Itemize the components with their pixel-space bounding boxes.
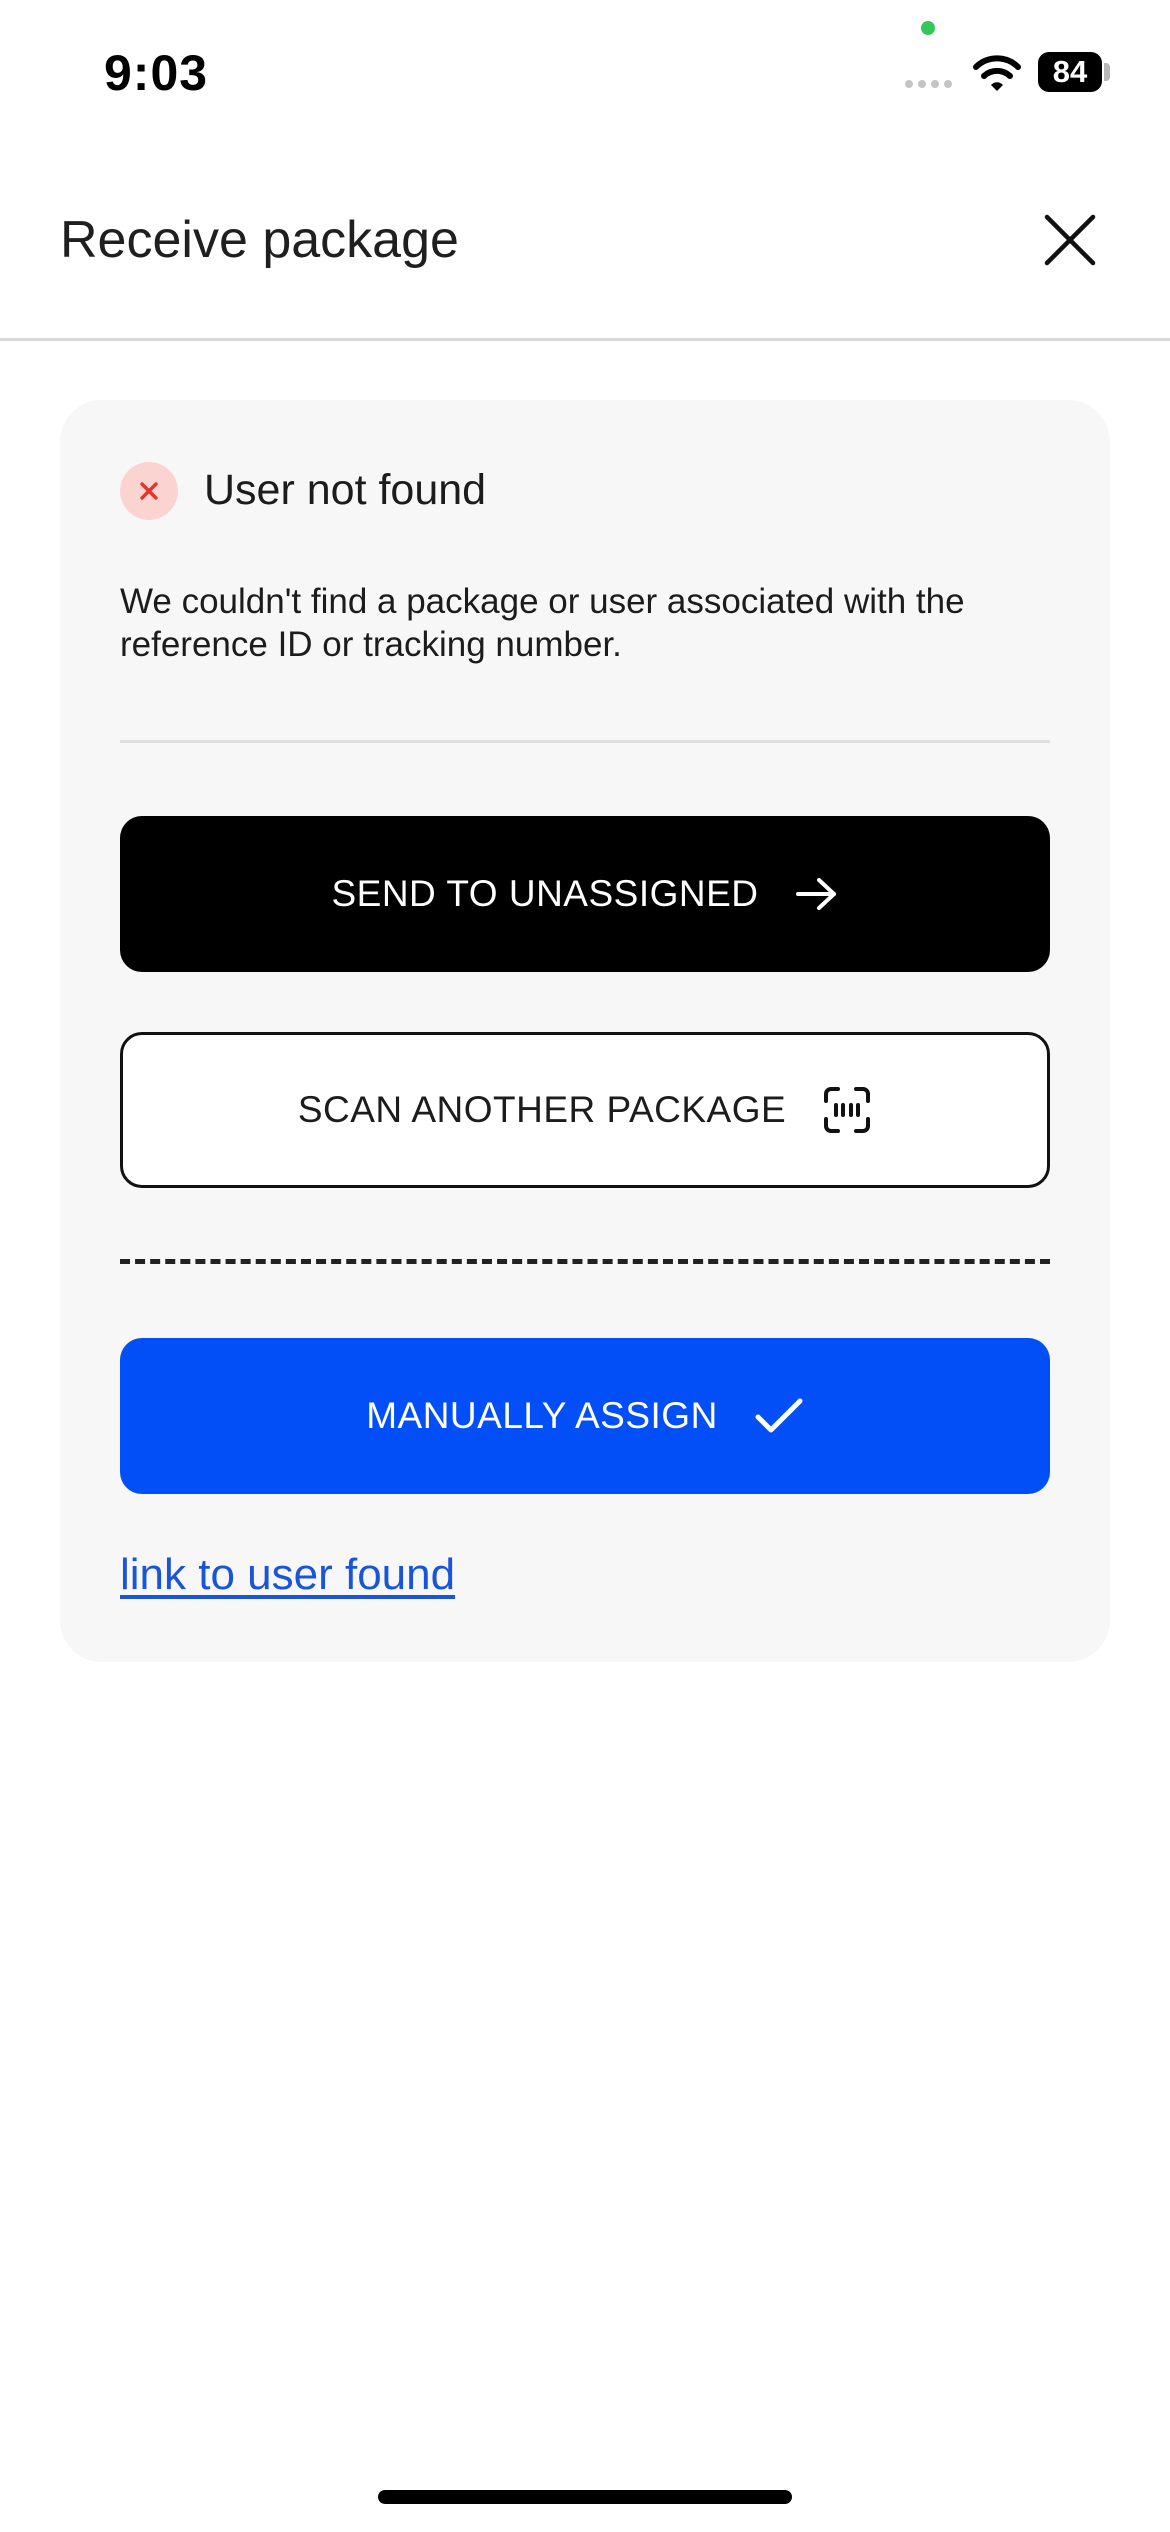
manually-assign-button[interactable]: MANUALLY ASSIGN [120, 1338, 1050, 1494]
error-badge [120, 462, 178, 520]
status-bar: 9:03 84 [0, 0, 1170, 150]
manually-assign-label: MANUALLY ASSIGN [366, 1395, 718, 1436]
microphone-indicator-dot [921, 21, 935, 35]
close-button[interactable] [1040, 210, 1100, 270]
barcode-scan-icon [822, 1085, 872, 1135]
cellular-signal-icon [905, 80, 952, 88]
card-message: We couldn't find a package or user assoc… [120, 582, 965, 664]
result-card: User not found We couldn't find a packag… [60, 400, 1110, 1662]
close-icon [1044, 214, 1096, 266]
checkmark-icon [754, 1396, 804, 1436]
status-time: 9:03 [104, 45, 209, 101]
page-title: Receive package [60, 211, 459, 269]
header-divider [0, 338, 1170, 341]
send-to-unassigned-button[interactable]: SEND TO UNASSIGNED [120, 816, 1050, 972]
scan-another-package-label: SCAN ANOTHER PACKAGE [297, 1089, 787, 1130]
scan-another-package-button[interactable]: SCAN ANOTHER PACKAGE [120, 1032, 1050, 1188]
dashed-divider [120, 1259, 1050, 1264]
home-indicator[interactable] [378, 2490, 792, 2504]
error-x-icon [140, 482, 158, 500]
card-title: User not found [204, 466, 487, 514]
send-to-unassigned-label: SEND TO UNASSIGNED [331, 873, 759, 914]
battery-tip [1104, 63, 1110, 81]
arrow-right-icon [795, 876, 839, 912]
wifi-icon [973, 55, 1021, 91]
card-divider [120, 740, 1050, 743]
link-to-user-found[interactable]: link to user found [120, 1550, 455, 1600]
battery-icon: 84 [1038, 52, 1102, 92]
